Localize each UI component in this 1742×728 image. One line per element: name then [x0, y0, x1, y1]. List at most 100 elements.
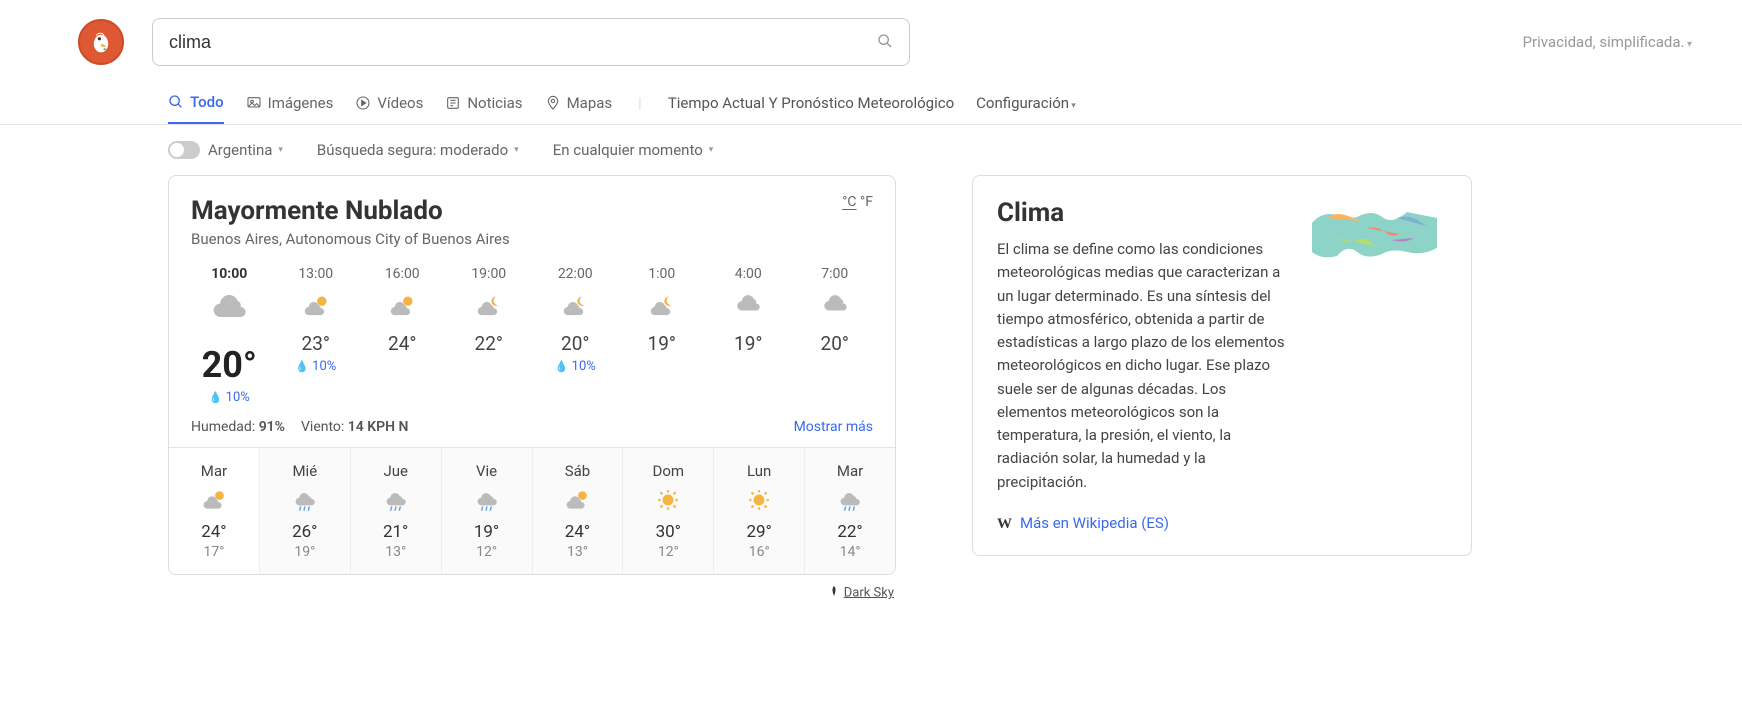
day-low: 14° — [805, 544, 895, 560]
day-low: 17° — [169, 544, 259, 560]
duckduckgo-logo[interactable] — [78, 19, 124, 65]
daily-col[interactable]: Sáb 24° 13° — [533, 448, 624, 574]
weather-icon — [169, 486, 259, 516]
darksky-icon — [828, 585, 840, 601]
weather-condition: Mayormente Nublado — [191, 196, 873, 226]
day-name: Mar — [169, 462, 259, 480]
tab-label: Noticias — [467, 94, 522, 112]
region-toggle[interactable]: Argentina — [168, 141, 283, 159]
tab-videos[interactable]: Vídeos — [355, 82, 423, 124]
day-high: 26° — [260, 522, 350, 542]
hour-time: 22:00 — [537, 266, 614, 282]
hourly-col[interactable]: 10:00 20° 💧 10% — [191, 266, 268, 405]
toggle-icon[interactable] — [168, 141, 200, 159]
day-name: Mié — [260, 462, 350, 480]
tab-images[interactable]: Imágenes — [246, 82, 334, 124]
hourly-col[interactable]: 1:00 19° — [624, 266, 701, 405]
day-name: Dom — [623, 462, 713, 480]
hourly-col[interactable]: 22:00 20° 💧 10% — [537, 266, 614, 405]
hourly-col[interactable]: 19:00 22° — [451, 266, 528, 405]
tab-news[interactable]: Noticias — [445, 82, 522, 124]
daily-col[interactable]: Jue 21° 13° — [351, 448, 442, 574]
settings-menu[interactable]: Configuración — [976, 94, 1076, 112]
tab-all[interactable]: Todo — [168, 82, 224, 124]
day-low: 19° — [260, 544, 350, 560]
unit-celsius[interactable]: °C — [842, 194, 856, 210]
safesearch-dropdown[interactable]: Búsqueda segura: moderado — [317, 141, 519, 159]
credit-link[interactable]: Dark Sky — [844, 585, 894, 600]
day-low: 16° — [714, 544, 804, 560]
hour-temp: 24° — [364, 332, 441, 355]
hour-time: 4:00 — [710, 266, 787, 282]
hourly-col[interactable]: 16:00 24° — [364, 266, 441, 405]
day-low: 12° — [442, 544, 532, 560]
unit-fahrenheit[interactable]: °F — [860, 194, 873, 210]
hour-precip: 💧 10% — [191, 390, 268, 405]
hour-temp: 20° — [797, 332, 874, 355]
show-more-link[interactable]: Mostrar más — [794, 419, 873, 435]
daily-col[interactable]: Mar 22° 14° — [805, 448, 895, 574]
weather-icon — [191, 290, 268, 334]
weather-icon — [278, 290, 355, 324]
day-name: Sáb — [533, 462, 623, 480]
weather-icon — [710, 290, 787, 324]
hour-time: 7:00 — [797, 266, 874, 282]
hour-temp: 23° — [278, 332, 355, 355]
day-high: 22° — [805, 522, 895, 542]
hour-precip: 💧 10% — [278, 359, 355, 374]
weather-icon — [624, 290, 701, 324]
weather-icon — [451, 290, 528, 324]
day-low: 13° — [533, 544, 623, 560]
weather-icon — [537, 290, 614, 324]
panel-title: Clima — [997, 198, 1291, 228]
daily-col[interactable]: Mar 24° 17° — [169, 448, 260, 574]
hour-temp: 20° — [191, 344, 268, 386]
search-input[interactable] — [169, 32, 877, 53]
daily-col[interactable]: Lun 29° 16° — [714, 448, 805, 574]
weather-icon — [260, 486, 350, 516]
weather-icon — [805, 486, 895, 516]
daily-col[interactable]: Dom 30° 12° — [623, 448, 714, 574]
weather-location: Buenos Aires, Autonomous City of Buenos … — [191, 230, 873, 248]
unit-switcher[interactable]: °C °F — [842, 194, 873, 210]
day-high: 24° — [169, 522, 259, 542]
weather-card: Mayormente Nublado Buenos Aires, Autonom… — [168, 175, 896, 575]
time-dropdown[interactable]: En cualquier momento — [553, 141, 714, 159]
daily-col[interactable]: Mié 26° 19° — [260, 448, 351, 574]
panel-description: El clima se define como las condiciones … — [997, 238, 1291, 494]
tab-label: Imágenes — [268, 94, 334, 112]
hourly-col[interactable]: 13:00 23° 💧 10% — [278, 266, 355, 405]
tab-label: Todo — [190, 93, 224, 111]
day-name: Mar — [805, 462, 895, 480]
knowledge-panel: Clima El clima se define como las condic… — [972, 175, 1472, 556]
tab-maps[interactable]: Mapas — [545, 82, 613, 124]
weather-icon — [533, 486, 623, 516]
weather-credit[interactable]: Dark Sky — [168, 585, 896, 601]
search-bar[interactable] — [152, 18, 910, 66]
day-name: Lun — [714, 462, 804, 480]
day-low: 13° — [351, 544, 441, 560]
hour-temp: 22° — [451, 332, 528, 355]
hour-time: 19:00 — [451, 266, 528, 282]
hourly-col[interactable]: 7:00 20° — [797, 266, 874, 405]
daily-col[interactable]: Vie 19° 12° — [442, 448, 533, 574]
day-high: 21° — [351, 522, 441, 542]
hour-temp: 19° — [624, 332, 701, 355]
hour-temp: 20° — [537, 332, 614, 355]
day-high: 19° — [442, 522, 532, 542]
hourly-col[interactable]: 4:00 19° — [710, 266, 787, 405]
weather-icon — [623, 486, 713, 516]
day-name: Jue — [351, 462, 441, 480]
wikipedia-link[interactable]: WMás en Wikipedia (ES) — [997, 514, 1447, 533]
humidity: Humedad: 91% — [191, 419, 285, 435]
world-climate-map-icon — [1307, 198, 1447, 268]
search-icon[interactable] — [877, 30, 893, 54]
tab-separator: | — [638, 94, 642, 112]
weather-icon — [714, 486, 804, 516]
day-high: 29° — [714, 522, 804, 542]
weather-icon — [364, 290, 441, 324]
tab-external-weather[interactable]: Tiempo Actual Y Pronóstico Meteorológico — [668, 82, 954, 124]
day-low: 12° — [623, 544, 713, 560]
hour-time: 16:00 — [364, 266, 441, 282]
tagline-menu[interactable]: Privacidad, simplificada. — [1523, 33, 1692, 51]
